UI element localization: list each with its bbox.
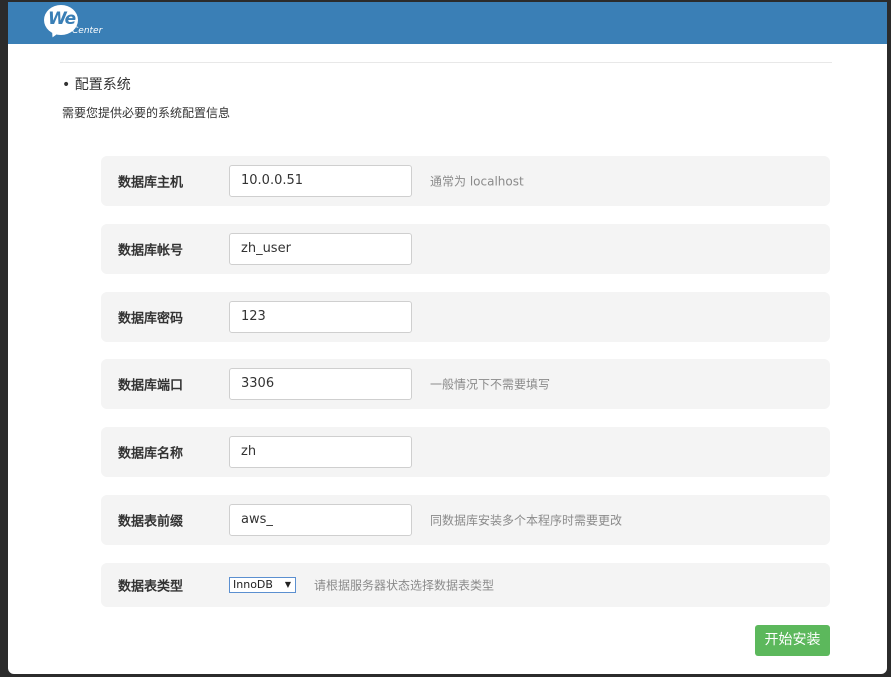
- field-label: 数据库主机: [118, 175, 184, 191]
- field-hint: 同数据库安装多个本程序时需要更改: [430, 513, 623, 528]
- chevron-down-icon: ▼: [284, 580, 291, 589]
- field-label: 数据表前缀: [118, 514, 184, 530]
- field-label: 数据库名称: [118, 446, 184, 462]
- wecenter-logo: We Center: [44, 5, 110, 41]
- field-row-db-password: 数据库密码 123: [101, 292, 830, 342]
- install-window: We Center • 配置系统 需要您提供必要的系统配置信息 数据库主机 10…: [8, 2, 887, 674]
- db-password-input[interactable]: 123: [229, 301, 412, 333]
- field-label: 数据库帐号: [118, 243, 184, 259]
- page-title: • 配置系统: [62, 77, 131, 93]
- db-user-input[interactable]: zh_user: [229, 233, 412, 265]
- db-name-input[interactable]: zh: [229, 436, 412, 468]
- db-host-input[interactable]: 10.0.0.51: [229, 165, 412, 197]
- field-row-db-host: 数据库主机 10.0.0.51 通常为 localhost: [101, 156, 830, 206]
- logo-sub-text: Center: [72, 26, 103, 36]
- field-label: 数据库端口: [118, 378, 184, 394]
- select-value: InnoDB: [233, 578, 273, 591]
- header-bar: We Center: [8, 2, 887, 44]
- field-row-table-prefix: 数据表前缀 aws_ 同数据库安装多个本程序时需要更改: [101, 495, 830, 545]
- field-label: 数据表类型: [118, 579, 184, 595]
- divider: [60, 62, 832, 63]
- db-port-input[interactable]: 3306: [229, 368, 412, 400]
- field-hint: 一般情况下不需要填写: [430, 377, 551, 392]
- field-hint: 通常为 localhost: [430, 174, 524, 189]
- field-row-db-port: 数据库端口 3306 一般情况下不需要填写: [101, 359, 830, 409]
- field-label: 数据库密码: [118, 311, 184, 327]
- field-row-db-name: 数据库名称 zh: [101, 427, 830, 477]
- table-type-select[interactable]: InnoDB ▼: [229, 577, 296, 593]
- page-description: 需要您提供必要的系统配置信息: [62, 106, 231, 120]
- field-hint: 请根据服务器状态选择数据表类型: [314, 578, 495, 593]
- start-install-button[interactable]: 开始安装: [755, 625, 830, 656]
- field-row-db-user: 数据库帐号 zh_user: [101, 224, 830, 274]
- field-row-table-type: 数据表类型 InnoDB ▼ 请根据服务器状态选择数据表类型: [101, 563, 830, 607]
- table-prefix-input[interactable]: aws_: [229, 504, 412, 536]
